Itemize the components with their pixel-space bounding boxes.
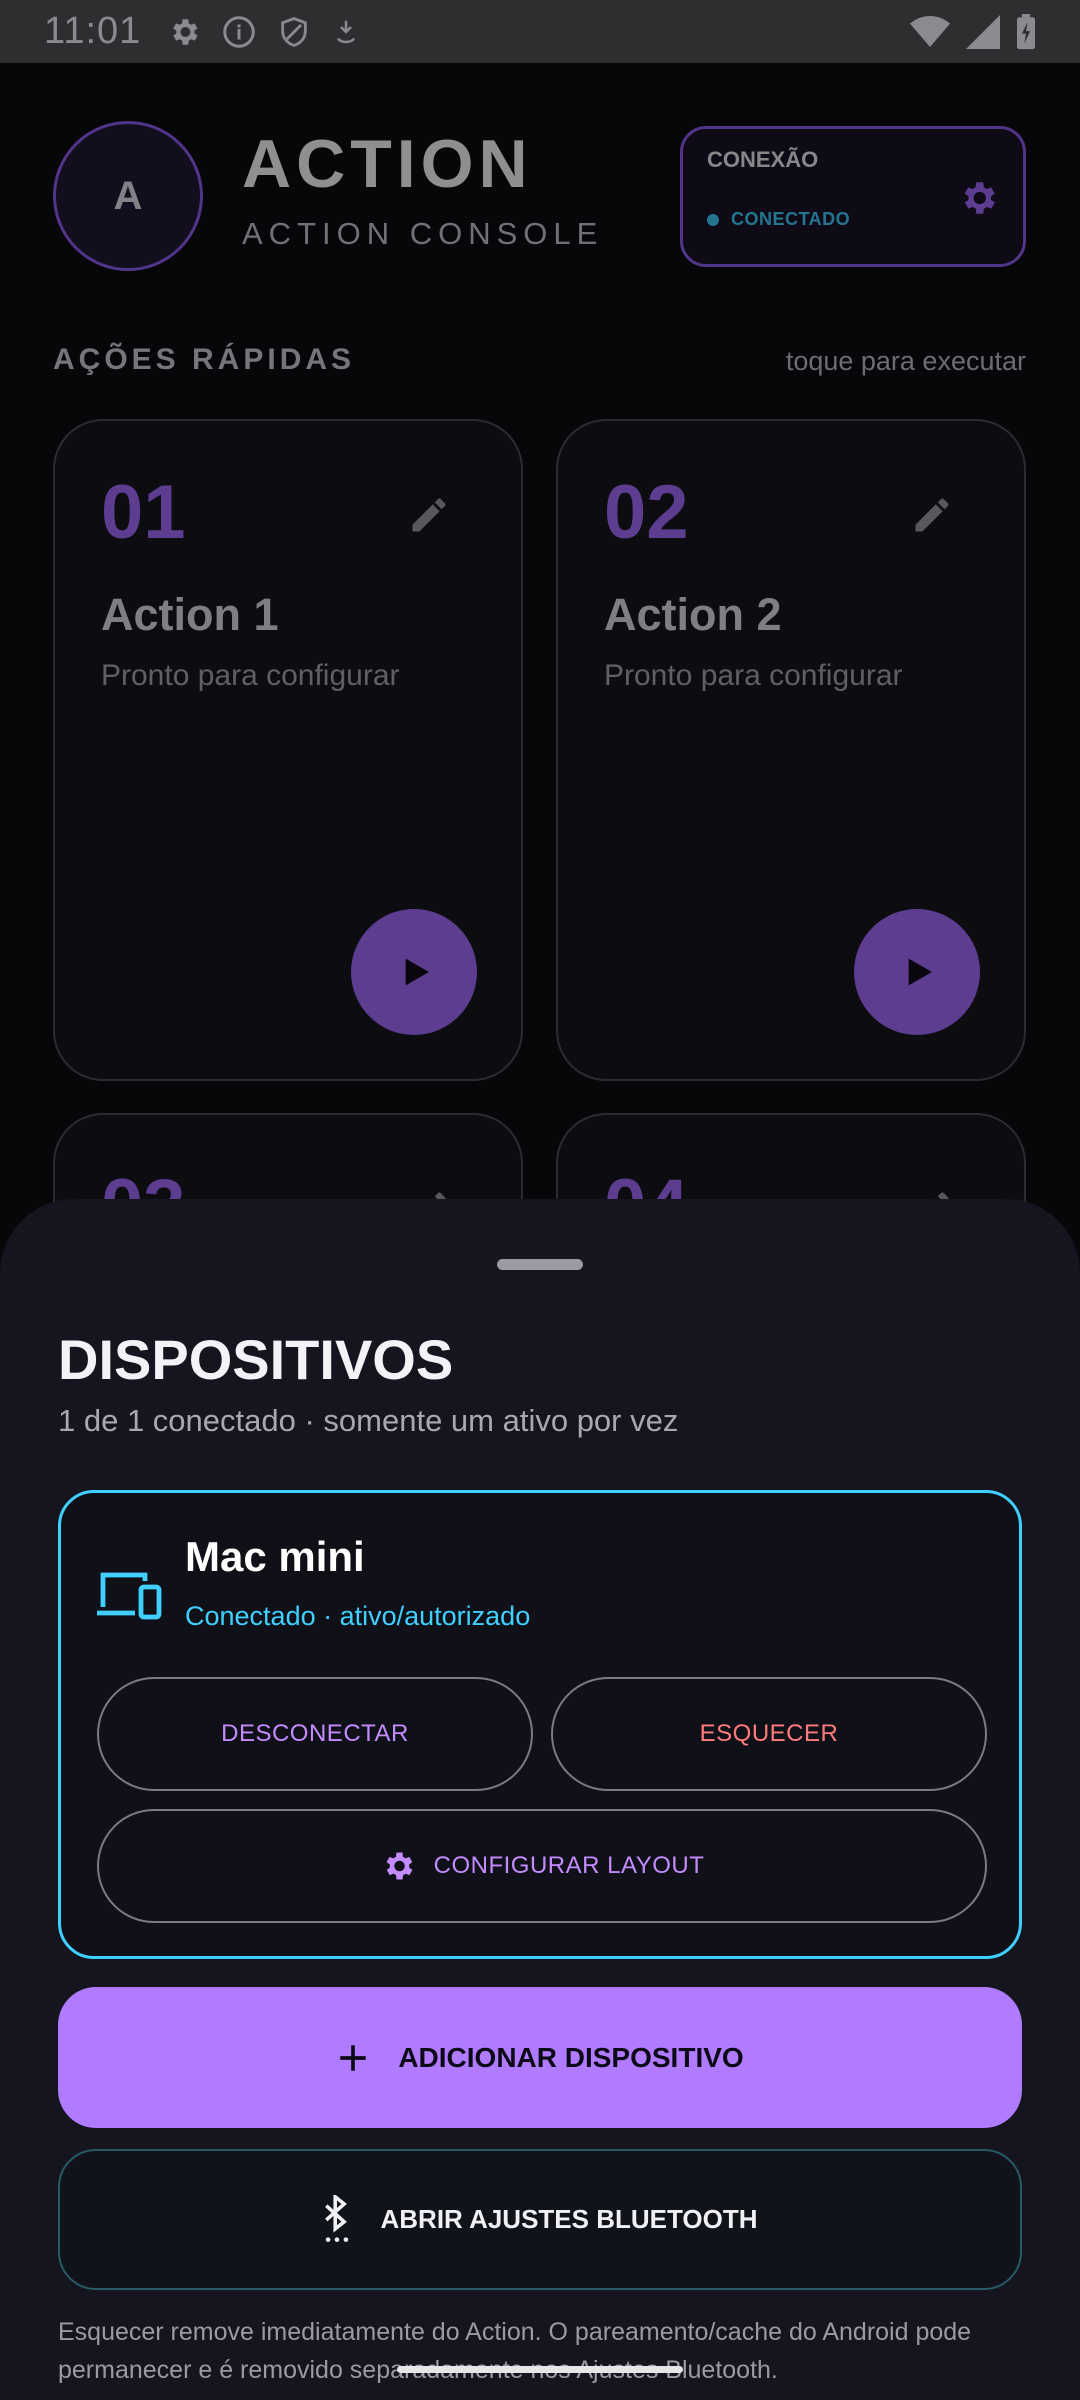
status-bar: 11:01: [0, 0, 1080, 63]
status-icons: [167, 14, 361, 50]
configure-layout-label: CONFIGURAR LAYOUT: [433, 1852, 705, 1879]
add-device-button[interactable]: ADICIONAR DISPOSITIVO: [58, 1987, 1022, 2128]
action-description: Pronto para configurar: [101, 659, 400, 692]
info-status-icon: [223, 15, 256, 48]
play-icon: [405, 958, 429, 986]
device-card: Mac mini Conectado · ativo/autorizado DE…: [58, 1490, 1022, 1959]
open-bluetooth-settings-button[interactable]: ABRIR AJUSTES BLUETOOTH: [58, 2149, 1022, 2290]
action-name: Action 2: [604, 589, 782, 640]
gear-icon: [386, 1852, 413, 1880]
configure-layout-button[interactable]: CONFIGURAR LAYOUT: [97, 1809, 987, 1923]
connection-card[interactable]: CONEXÃO CONECTADO: [680, 126, 1026, 267]
battery-icon: [1017, 13, 1035, 49]
download-status-icon: [337, 20, 356, 43]
bluetooth-icon: [325, 2194, 349, 2242]
sheet-drag-handle[interactable]: [497, 1259, 583, 1270]
add-device-label: ADICIONAR DISPOSITIVO: [398, 2041, 744, 2073]
sheet-subtitle: 1 de 1 conectado · somente um ativo por …: [58, 1403, 679, 1438]
pencil-icon[interactable]: [407, 493, 451, 537]
avatar[interactable]: A: [53, 121, 203, 271]
footer-note: Esquecer remove imediatamente do Action.…: [58, 2318, 972, 2384]
action-card-2[interactable]: 02 Action 2 Pronto para configurar: [556, 419, 1026, 1081]
play-button[interactable]: [351, 909, 477, 1035]
shield-status-icon: [281, 16, 308, 47]
wifi-icon: [910, 15, 950, 47]
gear-icon[interactable]: [957, 177, 999, 219]
action-description: Pronto para configurar: [604, 659, 903, 692]
connection-status: CONECTADO: [707, 209, 850, 230]
connection-dot: [707, 213, 719, 226]
quick-actions-title: AÇÕES RÁPIDAS: [53, 343, 356, 376]
forget-button[interactable]: ESQUECER: [551, 1677, 987, 1791]
connection-status-text: CONECTADO: [731, 209, 851, 229]
device-name: Mac mini: [185, 1533, 365, 1580]
signal-icon: [966, 14, 1000, 49]
screen: 11:01 A ACTION ACTION CONSOLE CONEXÃO CO…: [0, 0, 1080, 2400]
status-time: 11:01: [44, 10, 142, 52]
app-title: ACTION: [242, 126, 533, 202]
gesture-nav-bar[interactable]: [397, 2366, 683, 2373]
sheet-title: DISPOSITIVOS: [58, 1328, 454, 1391]
play-icon: [908, 958, 932, 986]
action-name: Action 1: [101, 589, 279, 640]
action-number: 01: [101, 470, 186, 555]
settings-status-icon: [173, 18, 198, 45]
action-number: 02: [604, 470, 689, 555]
plus-icon: [340, 2044, 367, 2071]
status-right: [910, 13, 1036, 50]
disconnect-button[interactable]: DESCONECTAR: [97, 1677, 533, 1791]
devices-sheet: DISPOSITIVOS 1 de 1 conectado · somente …: [0, 1199, 1080, 2400]
connection-label: CONEXÃO: [707, 147, 819, 172]
quick-actions-hint: toque para executar: [785, 346, 1026, 376]
pencil-icon[interactable]: [910, 493, 954, 537]
action-card-1[interactable]: 01 Action 1 Pronto para configurar: [53, 419, 523, 1081]
play-button[interactable]: [854, 909, 980, 1035]
bluetooth-settings-label: ABRIR AJUSTES BLUETOOTH: [380, 2204, 758, 2234]
app-subtitle: ACTION CONSOLE: [242, 216, 604, 251]
devices-icon: [97, 1572, 162, 1620]
main-screen: A ACTION ACTION CONSOLE CONEXÃO CONECTAD…: [0, 63, 1080, 1775]
device-status: Conectado · ativo/autorizado: [185, 1601, 531, 1631]
